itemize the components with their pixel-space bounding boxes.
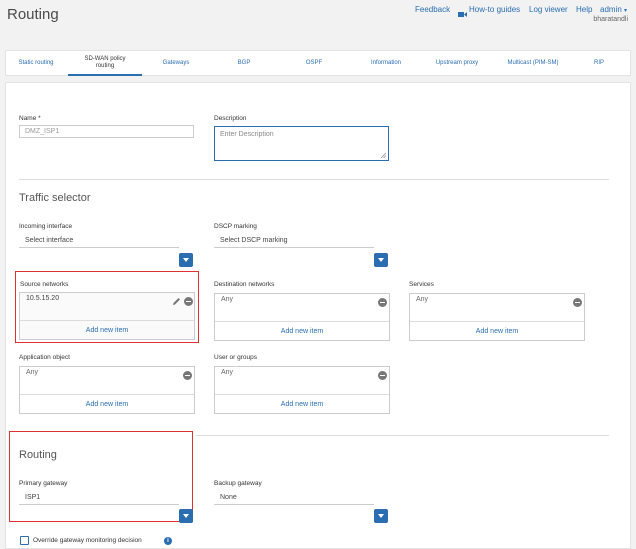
remove-icon[interactable] (378, 371, 387, 380)
user-group-item[interactable]: Any (221, 369, 233, 376)
tab-sdwan-policy-routing[interactable]: SD-WAN policy routing (68, 51, 142, 76)
name-label: Name * (19, 115, 41, 122)
service-item[interactable]: Any (416, 296, 428, 303)
help-link[interactable]: Help (576, 5, 592, 14)
dscp-marking-label: DSCP marking (214, 223, 257, 230)
how-to-guides-link[interactable]: How-to guides (469, 5, 520, 14)
tab-static-routing[interactable]: Static routing (6, 51, 66, 76)
description-placeholder: Enter Description (220, 131, 274, 138)
tab-gateways[interactable]: Gateways (146, 51, 206, 76)
user-subtitle: bharatandli (593, 16, 628, 23)
services-add-new-item-button[interactable]: Add new item (410, 321, 584, 340)
services-label: Services (409, 281, 434, 288)
dscp-marking-select[interactable]: Select DSCP marking (214, 234, 374, 248)
destination-add-new-item-button[interactable]: Add new item (215, 321, 389, 340)
divider (196, 435, 609, 436)
info-icon[interactable]: i (164, 537, 172, 545)
user-name: admin (600, 5, 622, 14)
primary-gateway-select[interactable]: ISP1 (19, 491, 179, 505)
tab-rip[interactable]: RIP (574, 51, 624, 76)
services-list: Any Add new item (409, 293, 585, 341)
user-groups-label: User or groups (214, 354, 257, 361)
primary-gateway-dropdown-button[interactable] (179, 509, 193, 523)
override-monitoring-label: Override gateway monitoring decision (33, 537, 142, 544)
application-add-new-item-button[interactable]: Add new item (20, 394, 194, 413)
traffic-selector-heading: Traffic selector (19, 192, 91, 204)
routing-heading: Routing (19, 449, 57, 461)
chevron-down-icon: ▾ (624, 8, 628, 14)
name-field[interactable]: DMZ_ISP1 (19, 125, 194, 138)
tab-bar: Static routing SD-WAN policy routing Gat… (5, 50, 631, 76)
user-groups-list: Any Add new item (214, 366, 390, 414)
incoming-interface-label: Incoming interface (19, 223, 73, 230)
incoming-interface-dropdown-button[interactable] (179, 253, 193, 267)
application-object-list: Any Add new item (19, 366, 195, 414)
remove-icon[interactable] (378, 298, 387, 307)
resize-handle-icon[interactable] (381, 153, 386, 158)
application-object-label: Application object (19, 354, 70, 361)
primary-gateway-label: Primary gateway (19, 480, 68, 487)
user-menu[interactable]: admin ▾ (600, 5, 627, 14)
tab-multicast[interactable]: Multicast (PIM-SM) (494, 51, 572, 76)
log-viewer-link[interactable]: Log viewer (529, 5, 568, 14)
video-icon (458, 5, 467, 17)
backup-gateway-dropdown-button[interactable] (374, 509, 388, 523)
feedback-link[interactable]: Feedback (415, 5, 450, 14)
user-groups-add-new-item-button[interactable]: Add new item (215, 394, 389, 413)
divider (19, 179, 609, 180)
tab-information[interactable]: Information (356, 51, 416, 76)
highlight-box (15, 271, 199, 343)
remove-icon[interactable] (573, 298, 582, 307)
dscp-marking-dropdown-button[interactable] (374, 253, 388, 267)
incoming-interface-select[interactable]: Select interface (19, 234, 179, 248)
backup-gateway-select[interactable]: None (214, 491, 374, 505)
destination-network-item[interactable]: Any (221, 296, 233, 303)
page-title: Routing (7, 6, 59, 23)
tab-bgp[interactable]: BGP (214, 51, 274, 76)
tab-ospf[interactable]: OSPF (284, 51, 344, 76)
application-object-item[interactable]: Any (26, 369, 38, 376)
tab-upstream-proxy[interactable]: Upstream proxy (427, 51, 487, 76)
destination-networks-label: Destination networks (214, 281, 275, 288)
description-field[interactable]: Enter Description (214, 126, 389, 161)
remove-icon[interactable] (183, 371, 192, 380)
destination-networks-list: Any Add new item (214, 293, 390, 341)
backup-gateway-label: Backup gateway (214, 480, 262, 487)
description-label: Description (214, 115, 247, 122)
override-monitoring-checkbox[interactable] (20, 536, 29, 545)
highlight-box (9, 431, 193, 522)
